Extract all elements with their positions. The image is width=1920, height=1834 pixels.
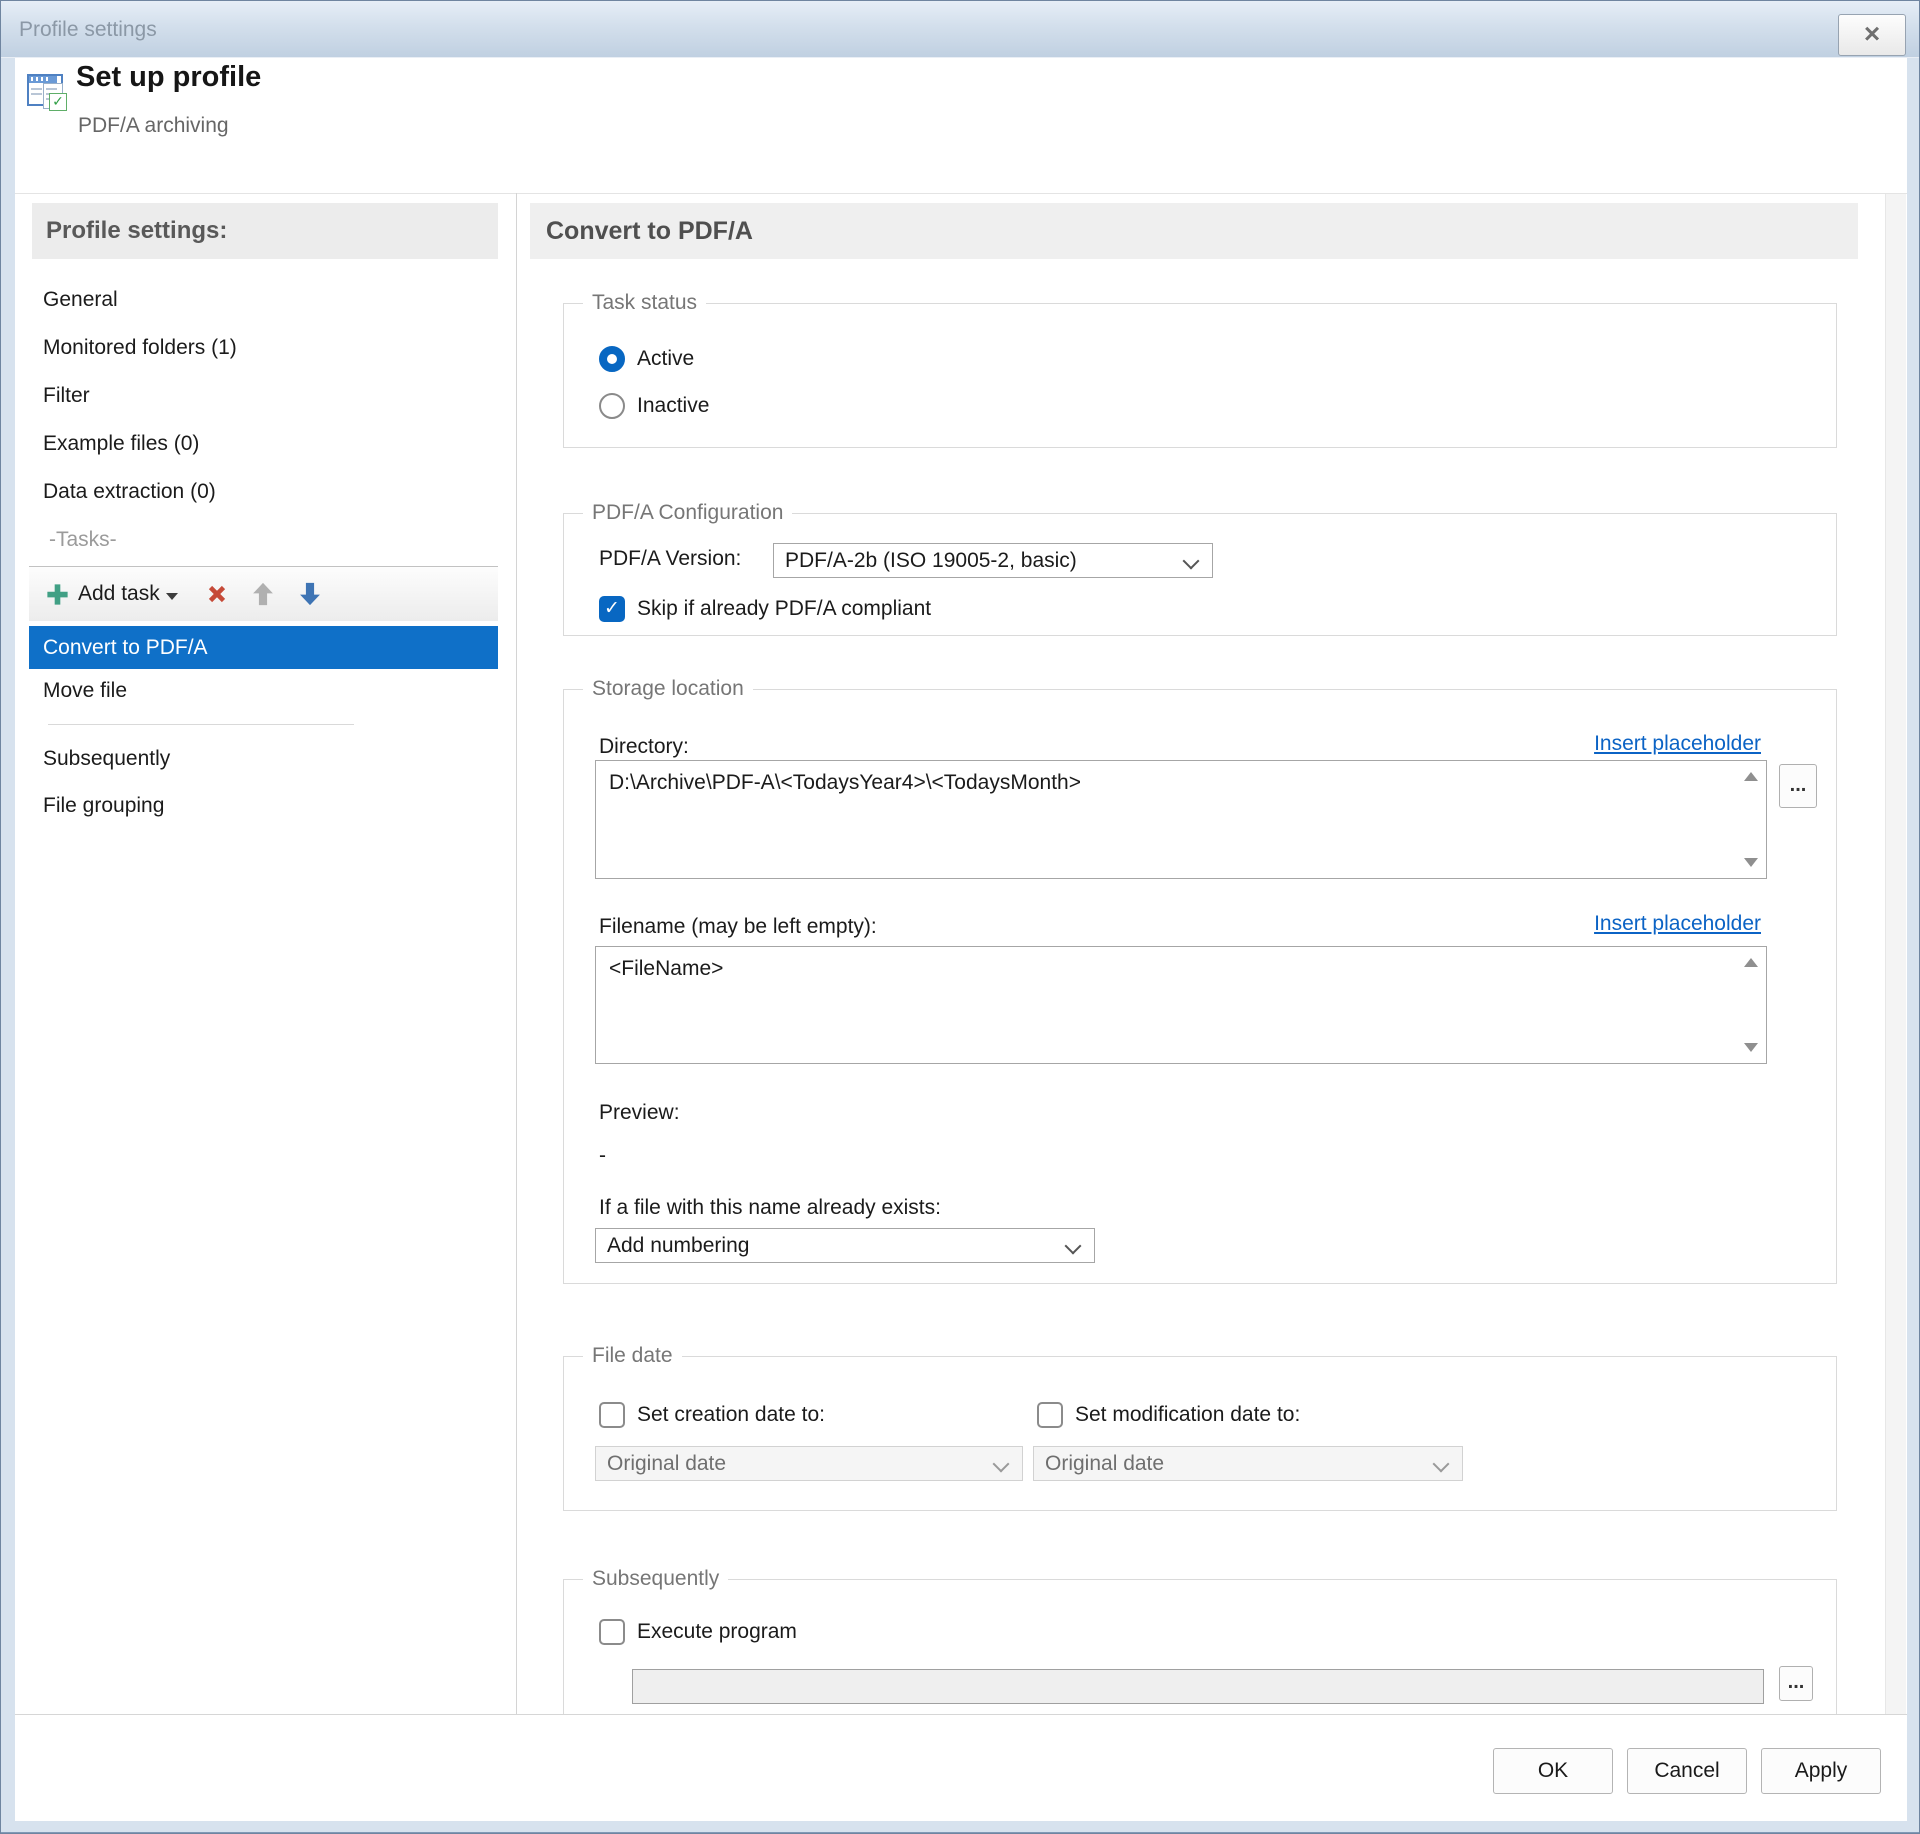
arrow-up-icon <box>252 582 273 606</box>
filename-label: Filename (may be left empty): <box>599 915 877 938</box>
page-title: Set up profile <box>76 61 262 93</box>
creation-date-value: Original date <box>607 1452 727 1475</box>
directory-value: D:\Archive\PDF-A\<TodaysYear4>\<TodaysMo… <box>609 771 1081 794</box>
preview-label: Preview: <box>599 1101 680 1124</box>
exists-label: If a file with this name already exists: <box>599 1196 941 1219</box>
check-icon: ✓ <box>49 93 67 111</box>
sidebar-item-general[interactable]: General <box>32 276 498 324</box>
pdfa-config-legend: PDF/A Configuration <box>583 500 793 526</box>
sidebar-item-example-files[interactable]: Example files (0) <box>32 420 498 468</box>
profile-settings-dialog: Profile settings × ✓ Set up profile PDF/… <box>0 0 1920 1834</box>
chevron-down-icon <box>992 1455 1010 1473</box>
cancel-button[interactable]: Cancel <box>1627 1748 1747 1794</box>
skip-compliant-checkbox[interactable]: ✓ <box>599 596 625 622</box>
pdfa-version-value: PDF/A-2b (ISO 19005-2, basic) <box>785 549 1077 572</box>
execute-program-checkbox[interactable] <box>599 1619 625 1645</box>
sidebar-item-data-extraction[interactable]: Data extraction (0) <box>32 468 498 516</box>
task-item-convert-to-pdfa[interactable]: Convert to PDF/A <box>29 626 498 669</box>
file-date-group <box>563 1356 1837 1511</box>
chevron-down-icon <box>1064 1237 1082 1255</box>
sidebar-item-filter[interactable]: Filter <box>32 372 498 420</box>
window-frame-bottom <box>1 1821 1919 1833</box>
task-status-legend: Task status <box>583 290 707 316</box>
subsequently-legend: Subsequently <box>583 1566 729 1592</box>
set-modification-date-label[interactable]: Set modification date to: <box>1075 1403 1300 1427</box>
creation-date-select: Original date <box>595 1446 1023 1481</box>
scroll-down-icon[interactable] <box>1744 858 1758 867</box>
skip-compliant-label[interactable]: Skip if already PDF/A compliant <box>637 597 931 621</box>
browse-program-button[interactable]: ... <box>1779 1666 1813 1701</box>
set-creation-date-label[interactable]: Set creation date to: <box>637 1403 825 1427</box>
panel-title: Convert to PDF/A <box>530 203 1858 259</box>
execute-program-input <box>632 1669 1764 1704</box>
scroll-down-icon[interactable] <box>1744 1043 1758 1052</box>
page-subtitle: PDF/A archiving <box>78 114 229 137</box>
sidebar-item-monitored-folders[interactable]: Monitored folders (1) <box>32 324 498 372</box>
window-frame-left <box>1 58 15 1833</box>
footer-divider <box>15 1714 1907 1715</box>
tasks-section-label: -Tasks- <box>49 528 117 551</box>
arrow-down-icon <box>299 582 320 606</box>
delete-task-button[interactable] <box>204 581 230 607</box>
task-item-move-file[interactable]: Move file <box>29 669 498 712</box>
chevron-down-icon <box>1432 1455 1450 1473</box>
execute-program-label[interactable]: Execute program <box>637 1620 797 1644</box>
set-creation-date-checkbox[interactable] <box>599 1402 625 1428</box>
window-frame-right <box>1907 58 1919 1833</box>
plus-icon <box>47 583 68 605</box>
panel-divider <box>516 193 517 1714</box>
setup-profile-icon: ✓ <box>27 71 67 111</box>
file-date-legend: File date <box>583 1343 682 1369</box>
checkmark-icon: ✓ <box>604 598 620 619</box>
sidebar-item-subsequently[interactable]: Subsequently <box>32 735 498 783</box>
pdfa-version-label: PDF/A Version: <box>599 547 742 570</box>
move-task-up-button[interactable] <box>249 580 277 608</box>
exists-value: Add numbering <box>607 1234 750 1257</box>
active-radio-label[interactable]: Active <box>637 347 694 371</box>
set-modification-date-checkbox[interactable] <box>1037 1402 1063 1428</box>
inactive-radio-label[interactable]: Inactive <box>637 394 709 418</box>
apply-button[interactable]: Apply <box>1761 1748 1881 1794</box>
modification-date-select: Original date <box>1033 1446 1463 1481</box>
close-button[interactable]: × <box>1838 14 1906 56</box>
scroll-up-icon[interactable] <box>1744 958 1758 967</box>
directory-input[interactable]: D:\Archive\PDF-A\<TodaysYear4>\<TodaysMo… <box>595 760 1767 879</box>
sidebar-separator <box>48 724 354 725</box>
close-icon: × <box>1863 18 1881 49</box>
chevron-down-icon <box>1182 552 1200 570</box>
active-radio[interactable] <box>599 346 625 372</box>
vertical-scrollbar[interactable] <box>1885 194 1906 1714</box>
scroll-up-icon[interactable] <box>1744 772 1758 781</box>
filename-input[interactable]: <FileName> <box>595 946 1767 1064</box>
delete-x-icon <box>208 585 225 603</box>
browse-directory-button[interactable]: ... <box>1779 764 1817 808</box>
preview-value: - <box>599 1144 606 1167</box>
sidebar-item-file-grouping[interactable]: File grouping <box>32 782 498 830</box>
chevron-down-icon[interactable] <box>165 592 178 600</box>
ok-button[interactable]: OK <box>1493 1748 1613 1794</box>
task-status-group <box>563 303 1837 448</box>
exists-select[interactable]: Add numbering <box>595 1228 1095 1263</box>
header-divider <box>15 193 1907 194</box>
pdfa-version-select[interactable]: PDF/A-2b (ISO 19005-2, basic) <box>773 543 1213 578</box>
directory-label: Directory: <box>599 735 689 758</box>
insert-placeholder-link-directory[interactable]: Insert placeholder <box>1461 732 1761 756</box>
window-titlebar[interactable]: Profile settings <box>1 1 1919 58</box>
add-task-button[interactable] <box>44 581 71 608</box>
window-title: Profile settings <box>19 18 157 41</box>
tasks-toolbar: Add task <box>29 566 498 621</box>
filename-value: <FileName> <box>609 957 724 980</box>
sidebar-heading: Profile settings: <box>32 203 498 259</box>
modification-date-value: Original date <box>1045 1452 1165 1475</box>
move-task-down-button[interactable] <box>296 580 324 608</box>
inactive-radio[interactable] <box>599 393 625 419</box>
add-task-label[interactable]: Add task <box>78 582 160 606</box>
insert-placeholder-link-filename[interactable]: Insert placeholder <box>1461 912 1761 936</box>
storage-location-legend: Storage location <box>583 676 753 702</box>
